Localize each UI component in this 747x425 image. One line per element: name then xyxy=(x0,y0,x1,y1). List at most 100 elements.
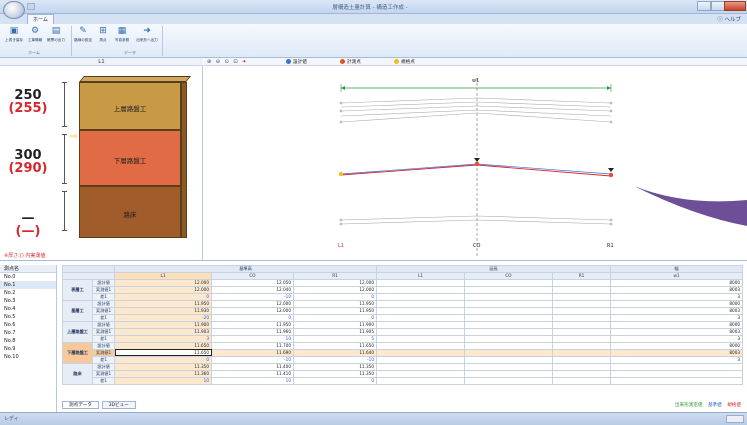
station-item[interactable]: No.8 xyxy=(0,337,56,345)
width-cell[interactable]: 8000 xyxy=(610,299,744,308)
extension-cell[interactable] xyxy=(464,376,553,385)
height-cell[interactable]: 11.350 xyxy=(114,362,212,371)
width-cell[interactable]: 3 xyxy=(610,292,744,301)
height-cell[interactable]: 5 xyxy=(293,334,377,343)
height-cell[interactable]: 11.950 xyxy=(114,299,212,308)
station-item[interactable]: No.3 xyxy=(0,297,56,305)
height-cell[interactable]: 0 xyxy=(211,313,294,322)
quick-access-icon[interactable] xyxy=(27,3,35,10)
height-cell[interactable]: 10 xyxy=(211,376,294,385)
height-cell[interactable]: 11.930 xyxy=(114,306,212,315)
station-item[interactable]: No.6 xyxy=(0,321,56,329)
column-header[interactable]: R1 xyxy=(293,272,377,280)
extension-cell[interactable] xyxy=(551,334,612,343)
height-cell[interactable]: -10 xyxy=(211,292,294,301)
column-header[interactable]: L1 xyxy=(114,272,212,280)
station-item[interactable]: No.10 xyxy=(0,353,56,361)
height-cell[interactable]: 11.640 xyxy=(293,348,377,357)
extension-cell[interactable] xyxy=(376,327,465,336)
minimize-button[interactable] xyxy=(697,1,711,11)
height-cell[interactable]: 0 xyxy=(293,313,377,322)
zoom-fit-icon[interactable]: ⊙ xyxy=(225,58,229,66)
width-cell[interactable]: 3 xyxy=(610,334,744,343)
height-cell[interactable]: 11.950 xyxy=(211,320,294,329)
extension-cell[interactable] xyxy=(464,306,553,315)
extension-cell[interactable] xyxy=(376,334,465,343)
height-cell[interactable]: -20 xyxy=(114,313,212,322)
tab-home[interactable]: ホーム xyxy=(27,14,54,24)
height-cell[interactable]: 11.350 xyxy=(293,362,377,371)
extension-cell[interactable] xyxy=(551,348,612,357)
height-cell[interactable]: 12.000 xyxy=(114,285,212,294)
height-cell[interactable]: 11.950 xyxy=(293,306,377,315)
height-cell[interactable]: 11.650 xyxy=(114,341,212,350)
height-cell[interactable]: 12.000 xyxy=(293,278,377,287)
extension-cell[interactable] xyxy=(551,341,612,350)
width-cell[interactable]: 8003 xyxy=(610,348,744,357)
column-header[interactable]: L1 xyxy=(376,272,465,280)
pan-icon[interactable]: ⊡ xyxy=(233,58,237,66)
height-cell[interactable]: 0 xyxy=(293,292,377,301)
station-item[interactable]: No.2 xyxy=(0,289,56,297)
section-name[interactable]: 基層工 xyxy=(62,299,93,322)
height-cell[interactable]: 12.040 xyxy=(211,285,294,294)
height-cell[interactable]: 0 xyxy=(114,292,212,301)
extension-cell[interactable] xyxy=(551,278,612,287)
extension-cell[interactable] xyxy=(551,376,612,385)
height-cell[interactable]: 11.903 xyxy=(114,327,212,336)
pin-icon[interactable]: ✦ xyxy=(242,58,246,66)
extension-cell[interactable] xyxy=(464,292,553,301)
station-item[interactable]: No.9 xyxy=(0,345,56,353)
height-cell[interactable]: 12.000 xyxy=(114,278,212,287)
height-cell[interactable]: -10 xyxy=(293,355,377,364)
extension-cell[interactable] xyxy=(464,299,553,308)
extension-cell[interactable] xyxy=(376,376,465,385)
zoom-control[interactable] xyxy=(726,415,744,423)
height-cell[interactable]: 11.360 xyxy=(114,369,212,378)
extension-cell[interactable] xyxy=(551,306,612,315)
extension-cell[interactable] xyxy=(376,306,465,315)
save-button[interactable]: ▣ 上書き保存 xyxy=(4,25,24,49)
extension-cell[interactable] xyxy=(551,355,612,364)
column-header[interactable]: w1 xyxy=(610,272,744,280)
width-cell[interactable]: 3 xyxy=(610,313,744,322)
width-cell[interactable] xyxy=(610,362,744,371)
station-button[interactable]: ⊞ 測点 xyxy=(93,25,113,49)
tab-station-data[interactable]: 測点データ xyxy=(62,401,99,409)
project-info-button[interactable]: ⚙ 工事情報 xyxy=(25,25,45,49)
height-cell[interactable]: 12.000 xyxy=(211,306,294,315)
route-button[interactable]: ✎ 路線の設定 xyxy=(73,25,93,49)
extension-cell[interactable] xyxy=(551,320,612,329)
height-cell[interactable]: 12.050 xyxy=(211,278,294,287)
zoom-in-icon[interactable]: ⊕ xyxy=(207,58,211,66)
station-item[interactable]: No.4 xyxy=(0,305,56,313)
extension-cell[interactable] xyxy=(376,313,465,322)
extension-cell[interactable] xyxy=(464,362,553,371)
station-item[interactable]: No.0 xyxy=(0,273,56,281)
height-cell[interactable]: 11.400 xyxy=(211,362,294,371)
height-cell[interactable]: 11.950 xyxy=(293,299,377,308)
extension-cell[interactable] xyxy=(551,327,612,336)
section-name[interactable]: 上層路盤工 xyxy=(62,320,93,343)
width-cell[interactable]: 8003 xyxy=(610,285,744,294)
extension-cell[interactable] xyxy=(376,320,465,329)
extension-cell[interactable] xyxy=(376,355,465,364)
height-cell[interactable]: 0 xyxy=(114,355,212,364)
height-cell[interactable]: 11.905 xyxy=(293,327,377,336)
extension-cell[interactable] xyxy=(376,299,465,308)
extension-cell[interactable] xyxy=(376,362,465,371)
extension-cell[interactable] xyxy=(551,292,612,301)
height-cell[interactable]: 11.900 xyxy=(293,320,377,329)
extension-cell[interactable] xyxy=(551,369,612,378)
extension-cell[interactable] xyxy=(551,313,612,322)
height-cell[interactable]: 11.700 xyxy=(211,341,294,350)
width-cell[interactable] xyxy=(610,369,744,378)
width-cell[interactable]: 8000 xyxy=(610,341,744,350)
application-menu-button[interactable] xyxy=(3,1,25,19)
extension-cell[interactable] xyxy=(551,362,612,371)
extension-cell[interactable] xyxy=(464,320,553,329)
width-cell[interactable]: 3 xyxy=(610,355,744,364)
height-cell[interactable]: -10 xyxy=(211,355,294,364)
height-cell[interactable]: 3 xyxy=(114,334,212,343)
extension-cell[interactable] xyxy=(376,285,465,294)
